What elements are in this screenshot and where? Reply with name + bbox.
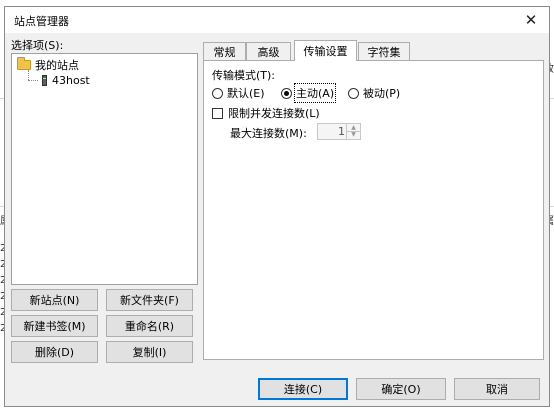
delete-button[interactable]: 删除(D) (11, 341, 98, 363)
tree-connector (28, 70, 30, 80)
rename-button[interactable]: 重命名(R) (106, 315, 193, 337)
tab-charset[interactable]: 字符集 (358, 42, 410, 60)
cancel-button[interactable]: 取消 (454, 378, 540, 400)
radio-passive[interactable]: 被动(P) (348, 85, 400, 101)
new-site-button[interactable]: 新站点(N) (11, 289, 98, 311)
copy-button[interactable]: 复制(I) (106, 341, 193, 363)
stepper-value: 1 (338, 125, 345, 138)
radio-default[interactable]: 默认(E) (212, 85, 265, 101)
ok-button[interactable]: 确定(O) (356, 378, 446, 400)
close-icon: ✕ (524, 11, 538, 29)
stepper-down-icon[interactable]: ▼ (347, 131, 360, 138)
max-connections-stepper[interactable]: 1 ▲ ▼ (317, 123, 361, 140)
tree-item-site[interactable]: 43host (42, 74, 90, 87)
tab-general[interactable]: 常规 (203, 42, 246, 60)
checkbox-label: 限制并发连接数(L) (228, 107, 320, 120)
radio-button (281, 87, 292, 99)
select-entry-label: 选择项(S): (11, 39, 64, 52)
radio-label: 默认(E) (227, 87, 265, 100)
tab-advanced[interactable]: 高级 (246, 42, 291, 60)
new-bookmark-button[interactable]: 新建书签(M) (11, 315, 98, 337)
title-bar: 站点管理器 ✕ (5, 7, 549, 33)
radio-label: 被动(P) (363, 87, 401, 100)
site-manager-dialog: 站点管理器 ✕ 选择项(S): 我的站点 43host 新站点(N) 新文件夹(… (4, 6, 550, 407)
radio-button (348, 87, 359, 99)
checkbox-box (212, 107, 223, 119)
close-button[interactable]: ✕ (513, 7, 549, 33)
radio-button (212, 87, 223, 99)
folder-icon (17, 57, 31, 70)
tree-item-my-sites[interactable]: 我的站点 (17, 57, 79, 73)
transfer-settings-panel: 传输模式(T): 默认(E) 主动(A) 被动(P) 限制并发连接数(L) 最大… (203, 60, 544, 360)
transfer-mode-label: 传输模式(T): (212, 69, 276, 82)
radio-active[interactable]: 主动(A) (281, 83, 337, 103)
tree-connector (28, 80, 38, 82)
tree-item-label: 我的站点 (35, 59, 79, 72)
tab-transfer-settings[interactable]: 传输设置 (294, 40, 357, 61)
max-connections-label: 最大连接数(M): (230, 127, 307, 140)
dialog-title: 站点管理器 (14, 15, 69, 28)
stepper-buttons: ▲ ▼ (346, 124, 360, 139)
server-icon (42, 75, 47, 86)
limit-connections-checkbox[interactable]: 限制并发连接数(L) (212, 105, 320, 121)
tree-item-label: 43host (52, 74, 90, 87)
radio-label: 主动(A) (293, 83, 337, 103)
connect-button[interactable]: 连接(C) (258, 378, 348, 400)
site-tree[interactable]: 我的站点 43host (11, 53, 198, 285)
new-folder-button[interactable]: 新文件夹(F) (106, 289, 193, 311)
